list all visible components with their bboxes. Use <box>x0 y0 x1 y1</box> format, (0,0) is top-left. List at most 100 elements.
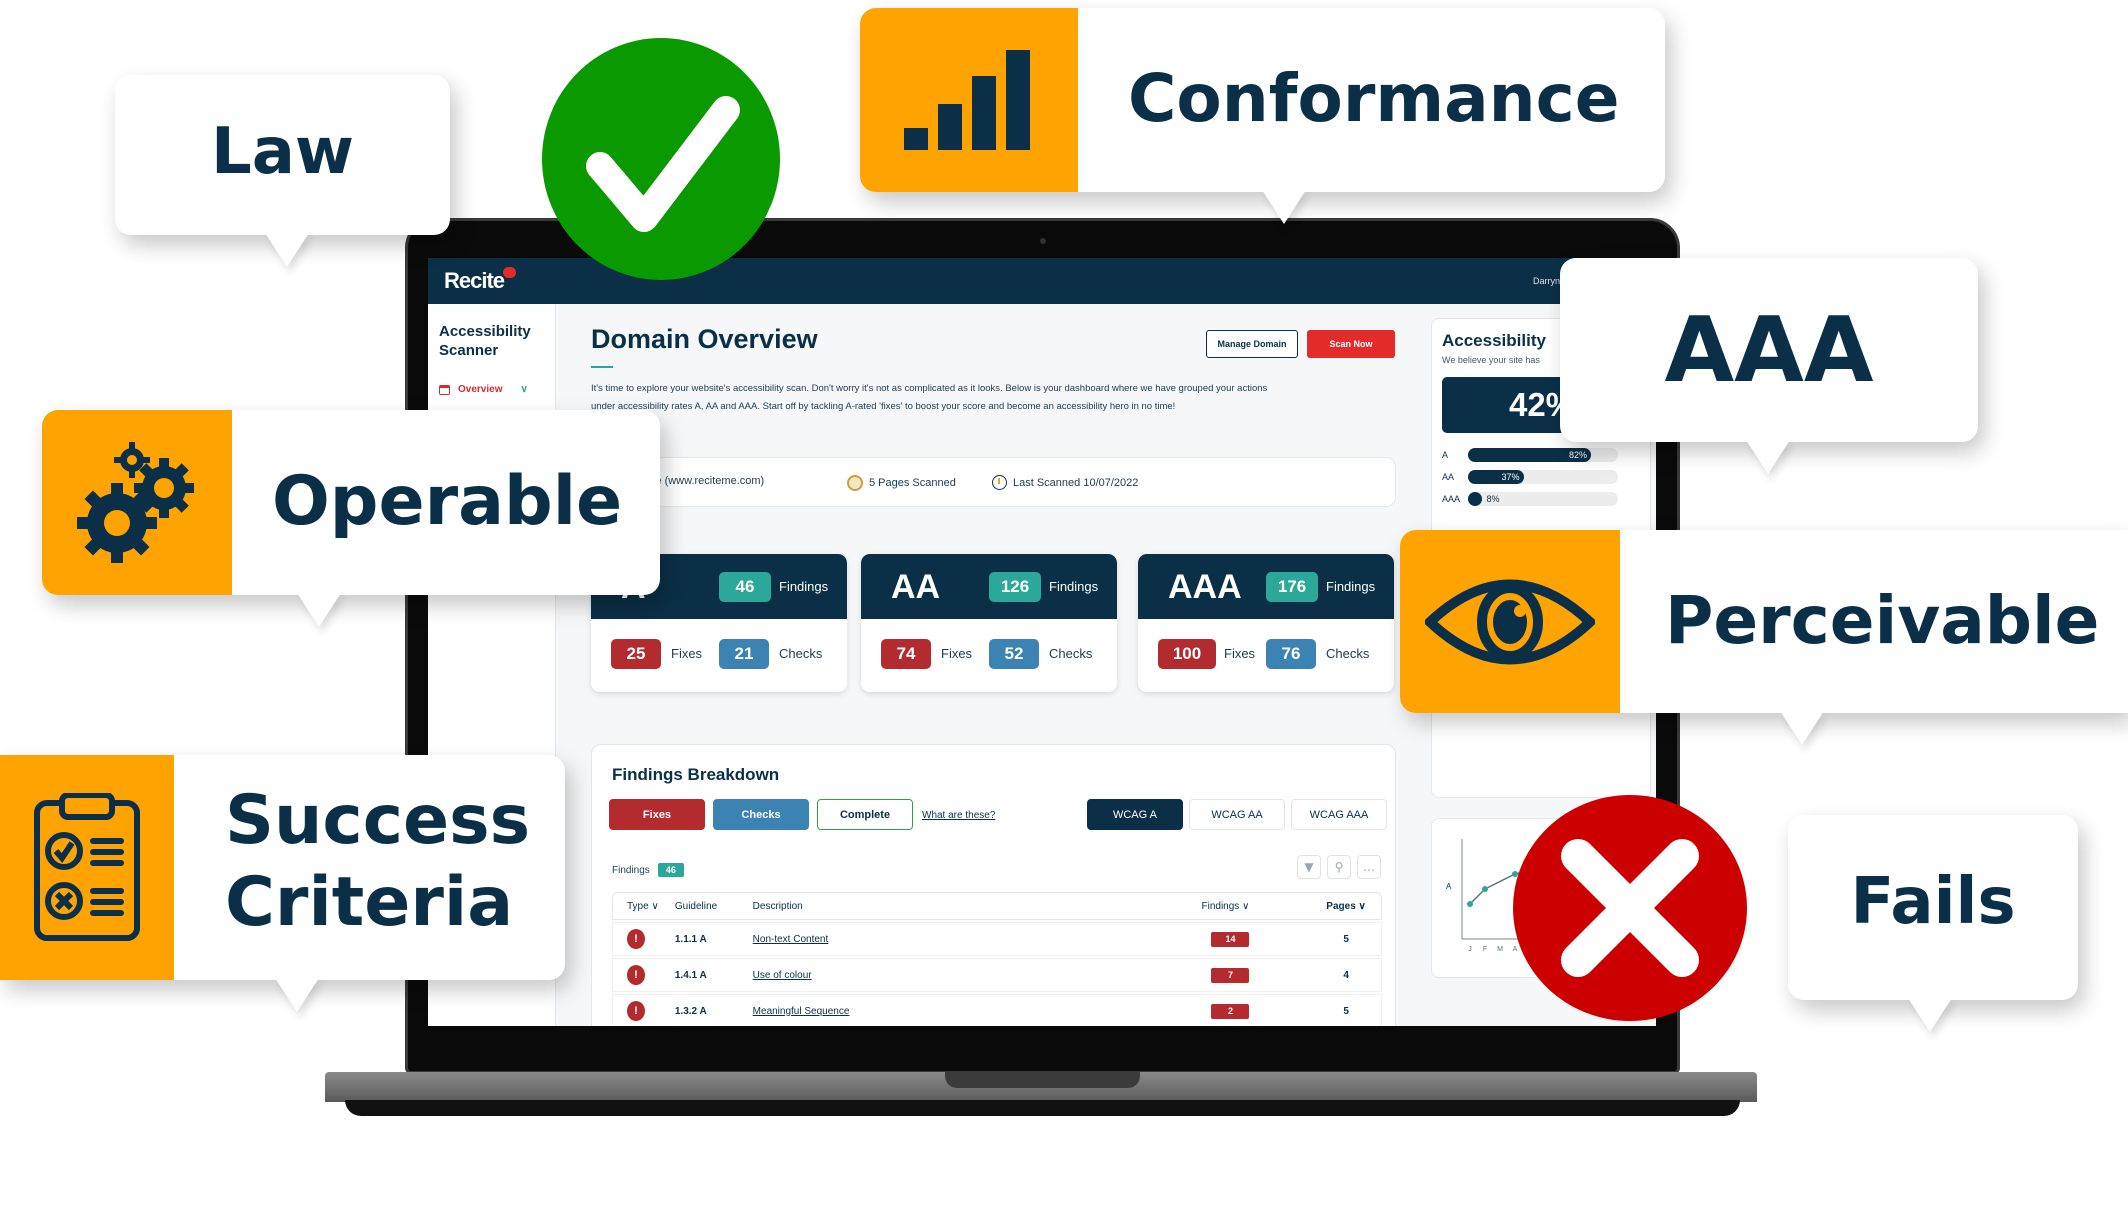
filter-icon[interactable]: ▼ <box>1297 855 1321 879</box>
pages-scanned: 5 Pages Scanned <box>847 475 956 491</box>
score-bar-row: AA 37% <box>1442 469 1642 485</box>
title-underline <box>591 366 613 368</box>
score-bar-track: 82% <box>1468 448 1618 462</box>
intro-line-1: It's time to explore your website's acce… <box>591 383 1268 394</box>
findings-label: Findings <box>779 579 829 594</box>
checks-filter-button[interactable]: Checks <box>713 799 809 830</box>
callout-tail <box>275 978 319 1012</box>
findings-label: Findings <box>1049 579 1099 594</box>
score-bar-fill: 82% <box>1468 448 1591 462</box>
callout-tail <box>265 233 309 267</box>
score-bar-label: AAA <box>1442 494 1461 504</box>
table-row[interactable]: ! 1.1.1 A Non-text Content 14 5 <box>612 922 1382 956</box>
callout-aaa: AAA <box>1560 258 1978 474</box>
recite-logo-badge <box>503 267 516 278</box>
last-scanned-text: Last Scanned 10/07/2022 <box>1013 476 1139 489</box>
checkmark-icon <box>542 38 780 280</box>
findings-label: Findings <box>1326 579 1376 594</box>
fixes-label: Fixes <box>1224 646 1256 661</box>
column-type[interactable]: Type ∨ <box>613 901 675 912</box>
calendar-icon <box>439 384 450 395</box>
pages-scanned-text: 5 Pages Scanned <box>869 477 956 489</box>
alert-icon: ! <box>627 1001 645 1021</box>
callout-aaa-text: AAA <box>1664 298 1874 403</box>
complete-filter-button[interactable]: Complete <box>817 799 913 830</box>
eye-icon <box>1425 579 1595 664</box>
score-bar-label: A <box>1442 450 1449 460</box>
pass-check-badge <box>540 38 782 280</box>
tab-wcag-a[interactable]: WCAG A <box>1087 799 1183 830</box>
table-row[interactable]: ! 1.4.1 A Use of colour 7 4 <box>612 958 1382 992</box>
score-bar-fill: 37% <box>1468 470 1524 484</box>
column-guideline: Guideline <box>674 900 718 912</box>
checks-count: 76 <box>1266 639 1316 669</box>
callout-law-text: Law <box>210 115 355 189</box>
what-are-these-link[interactable]: What are these? <box>922 810 995 821</box>
callout-perceivable: Perceivable <box>1400 530 2128 745</box>
checkmark-circle <box>542 38 780 280</box>
findings-breakdown-panel: Findings Breakdown Fixes Checks Complete… <box>591 744 1396 1026</box>
callout-tail <box>1262 190 1306 224</box>
scan-now-button[interactable]: Scan Now <box>1307 330 1395 358</box>
callout-tail <box>1908 998 1952 1032</box>
x-tick-label: F <box>1483 946 1487 953</box>
row-description-link[interactable]: Non-text Content <box>753 934 829 945</box>
row-findings: 7 <box>1211 967 1250 983</box>
gears-icon <box>77 441 194 563</box>
column-findings[interactable]: Findings ∨ <box>1201 901 1311 912</box>
signal-bars-icon <box>904 50 1030 150</box>
level-card-header: AAA 176 Findings <box>1138 554 1394 619</box>
sidebar-item-overview[interactable]: Overview ∨ <box>439 384 528 395</box>
findings-count: 46 <box>719 572 771 602</box>
score-bar-value: 8% <box>1486 494 1500 504</box>
score-title: Accessibility <box>1442 331 1546 350</box>
score-bar-row: A 82% <box>1442 447 1642 463</box>
search-icon[interactable]: ⚲ <box>1327 855 1351 879</box>
callout-operable-text: Operable <box>272 462 623 541</box>
findings-summary-label: Findings <box>612 864 650 876</box>
callout-fails: Fails <box>1788 815 2078 1032</box>
alert-icon: ! <box>627 929 645 949</box>
score-bar-fill <box>1468 492 1482 506</box>
fixes-filter-button[interactable]: Fixes <box>609 799 705 830</box>
row-description-link[interactable]: Use of colour <box>753 970 812 981</box>
row-pages: 5 <box>1343 1005 1349 1017</box>
row-guideline: 1.3.2 A <box>674 1005 707 1017</box>
intro-line-2: under accessibility rates A, AA and AAA.… <box>591 401 1176 412</box>
trend-point <box>1482 886 1488 892</box>
clock-icon <box>992 475 1007 490</box>
row-guideline: 1.1.1 A <box>674 933 707 945</box>
manage-domain-button[interactable]: Manage Domain <box>1206 330 1298 358</box>
callout-tail <box>1780 711 1824 745</box>
callout-fails-text: Fails <box>1850 865 2016 939</box>
domain-info-strip: Recite Me (www.reciteme.com) 5 Pages Sca… <box>591 457 1396 507</box>
tab-wcag-aa[interactable]: WCAG AA <box>1189 799 1285 830</box>
fixes-count: 74 <box>881 639 931 669</box>
row-pages: 5 <box>1343 933 1349 945</box>
findings-table: Type ∨ Guideline Description Findings ∨ … <box>612 892 1382 1026</box>
recite-logo[interactable]: Recite <box>444 268 505 294</box>
column-pages[interactable]: Pages ∨ <box>1311 901 1381 912</box>
callout-conformance: Conformance <box>860 8 1665 224</box>
intro-text: It's time to explore your website's acce… <box>591 380 1401 416</box>
checks-label: Checks <box>779 646 823 661</box>
laptop-camera <box>1040 238 1046 244</box>
callout-law: Law <box>115 75 450 267</box>
clipboard-checklist-icon <box>34 792 140 941</box>
table-row[interactable]: ! 1.3.2 A Meaningful Sequence 2 5 <box>612 994 1382 1026</box>
checks-label: Checks <box>1049 646 1093 661</box>
row-guideline: 1.4.1 A <box>674 969 707 981</box>
level-card-aa[interactable]: AA 126 Findings 74 Fixes 52 Checks <box>861 554 1117 692</box>
column-description: Description <box>752 900 803 912</box>
fixes-count: 100 <box>1158 639 1216 669</box>
row-description-link[interactable]: Meaningful Sequence <box>753 1006 850 1017</box>
table-header: Type ∨ Guideline Description Findings ∨ … <box>612 892 1382 920</box>
more-options-icon[interactable]: … <box>1357 855 1381 879</box>
fail-x-badge <box>1512 795 1748 1021</box>
checks-count: 21 <box>719 639 769 669</box>
findings-count: 176 <box>1266 572 1318 602</box>
tab-wcag-aaa[interactable]: WCAG AAA <box>1291 799 1387 830</box>
last-scanned: Last Scanned 10/07/2022 <box>992 475 1138 490</box>
level-card-aaa[interactable]: AAA 176 Findings 100 Fixes 76 Checks <box>1138 554 1394 692</box>
x-tick-label: J <box>1468 946 1472 953</box>
